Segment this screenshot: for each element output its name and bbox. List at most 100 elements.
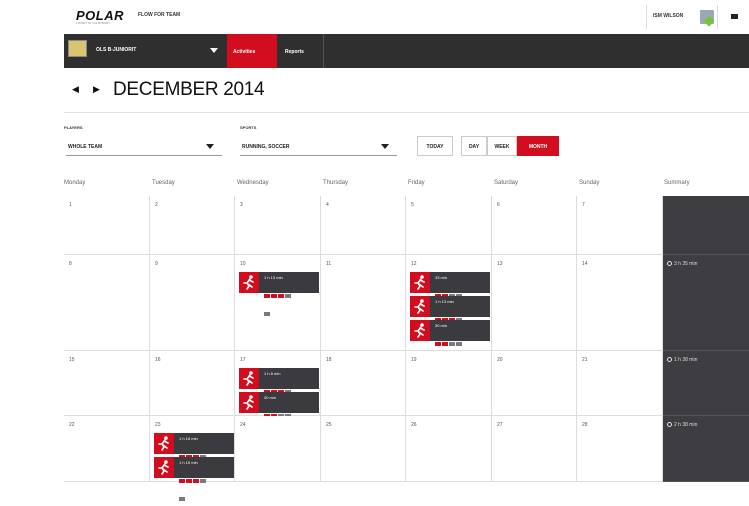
view-week-button[interactable]: WEEK [487, 136, 517, 156]
running-icon [239, 272, 259, 293]
intensity-segment [271, 294, 277, 298]
intensity-bars [264, 405, 298, 436]
logo-tagline: LISTEN TO YOUR BODY [76, 21, 111, 25]
activity-item[interactable]: 1 h 13 min [410, 296, 490, 340]
calendar-day-cell[interactable]: 14 [577, 255, 663, 351]
running-icon [410, 296, 430, 317]
day-number: 6 [497, 202, 500, 208]
day-header-thursday: Thursday [323, 180, 349, 186]
intensity-bars [264, 285, 298, 316]
chevron-down-icon[interactable] [210, 48, 218, 53]
day-number: 26 [411, 422, 417, 428]
calendar-day-cell[interactable]: 8 [64, 255, 150, 351]
team-selector[interactable]: OLS B-JUNIORIT [96, 47, 136, 53]
calendar-day-cell[interactable]: 9 [150, 255, 235, 351]
day-number: 8 [69, 261, 72, 267]
day-header-friday: Friday [408, 180, 425, 186]
main-nav [64, 34, 749, 68]
view-month-button[interactable]: MONTH [517, 136, 559, 156]
view-day-button[interactable]: DAY [461, 136, 487, 156]
intensity-segment [264, 294, 270, 298]
calendar-day-cell[interactable]: 22 [64, 416, 150, 482]
calendar-day-cell[interactable]: 25 [321, 416, 406, 482]
today-button[interactable]: TODAY [417, 136, 453, 156]
message-icon[interactable] [731, 14, 738, 19]
running-icon [239, 368, 259, 389]
calendar-day-cell[interactable]: 7 [577, 196, 663, 255]
activity-item[interactable]: 30 min [410, 320, 490, 364]
activity-duration: 30 min [264, 395, 277, 400]
activity-item[interactable]: 1 h 18 min [154, 433, 234, 477]
activity-item[interactable]: 1 h 8 min [239, 368, 319, 412]
week-summary-text: 1 h 38 min [667, 357, 697, 363]
calendar-day-cell[interactable]: 28 [577, 416, 663, 482]
calendar-grid: 1 2 3 4 5 6 7 8 9 10 1 h 13 min 11 12 33 min 1 h 13 mi… [64, 196, 749, 501]
calendar-day-cell[interactable]: 11 [321, 255, 406, 351]
calendar-day-cell[interactable]: 27 [492, 416, 577, 482]
calendar-day-cell[interactable]: 3 [235, 196, 321, 255]
intensity-bars [179, 470, 213, 501]
intensity-segment [435, 342, 441, 346]
players-label: PLAYERS [64, 125, 83, 130]
activity-item[interactable]: 33 min [410, 272, 490, 316]
calendar-day-cell[interactable]: 23 1 h 18 min 1 h 15 min [150, 416, 235, 501]
user-name[interactable]: ISM WILSON [653, 13, 683, 19]
day-number: 20 [497, 357, 503, 363]
players-select[interactable]: WHOLE TEAM [66, 137, 222, 156]
intensity-segment [179, 497, 185, 501]
day-number: 25 [326, 422, 332, 428]
calendar-day-cell[interactable]: 18 [321, 351, 406, 416]
next-month-icon[interactable]: ▶ [93, 84, 100, 95]
day-number: 2 [155, 202, 158, 208]
week-summary-duration: 1 h 38 min [674, 357, 698, 363]
day-header-saturday: Saturday [494, 180, 519, 186]
day-header-tuesday: Tuesday [152, 180, 175, 186]
day-number: 22 [69, 422, 75, 428]
calendar-day-cell[interactable]: 12 33 min 1 h 13 min 30 min [406, 255, 492, 364]
activity-item[interactable]: 1 h 15 min [154, 457, 234, 501]
day-number: 12 [411, 261, 417, 267]
calendar-day-cell[interactable]: 13 [492, 255, 577, 351]
calendar-day-cell[interactable]: 20 [492, 351, 577, 416]
intensity-bars [435, 333, 469, 364]
intensity-segment [186, 479, 192, 483]
calendar-day-cell[interactable]: 5 [406, 196, 492, 255]
running-icon [239, 392, 259, 413]
tab-activities[interactable]: Activities [227, 34, 277, 68]
activity-item[interactable]: 1 h 13 min [239, 272, 319, 316]
calendar-day-cell[interactable]: 1 [64, 196, 150, 255]
players-select-value: WHOLE TEAM [68, 144, 103, 150]
day-number: 28 [582, 422, 588, 428]
week-summary: 1 h 38 min [663, 351, 749, 416]
day-number: 13 [497, 261, 503, 267]
week-summary-duration: 2 h 38 min [674, 422, 698, 428]
activity-item[interactable]: 30 min [239, 392, 319, 436]
calendar-day-cell[interactable]: 10 1 h 13 min [235, 255, 321, 351]
prev-month-icon[interactable]: ◀ [72, 84, 79, 95]
calendar-day-cell[interactable]: 6 [492, 196, 577, 255]
running-icon [154, 457, 174, 478]
activity-duration: 30 min [435, 323, 448, 328]
day-number: 4 [326, 202, 329, 208]
calendar-day-cell[interactable]: 16 [150, 351, 235, 416]
calendar-day-cell[interactable]: 15 [64, 351, 150, 416]
day-number: 15 [69, 357, 75, 363]
calendar-day-cell[interactable]: 19 [406, 351, 492, 416]
day-number: 14 [582, 261, 588, 267]
calendar-day-cell[interactable]: 24 [235, 416, 321, 482]
activity-duration: 1 h 8 min [264, 371, 281, 376]
day-number: 16 [155, 357, 161, 363]
intensity-bars [435, 285, 469, 316]
calendar-day-cell[interactable]: 17 1 h 8 min 30 min [235, 351, 321, 436]
calendar-day-cell[interactable]: 21 [577, 351, 663, 416]
running-icon [154, 433, 174, 454]
day-header-sunday: Sunday [579, 180, 600, 186]
tab-reports[interactable]: Reports [277, 34, 324, 68]
intensity-segment [264, 312, 270, 316]
calendar-day-cell[interactable]: 4 [321, 196, 406, 255]
calendar-day-cell[interactable]: 2 [150, 196, 235, 255]
calendar-day-cell[interactable]: 26 [406, 416, 492, 482]
sports-select[interactable]: RUNNING, SOCCER [240, 137, 397, 156]
intensity-segment [449, 342, 455, 346]
intensity-segment [278, 294, 284, 298]
